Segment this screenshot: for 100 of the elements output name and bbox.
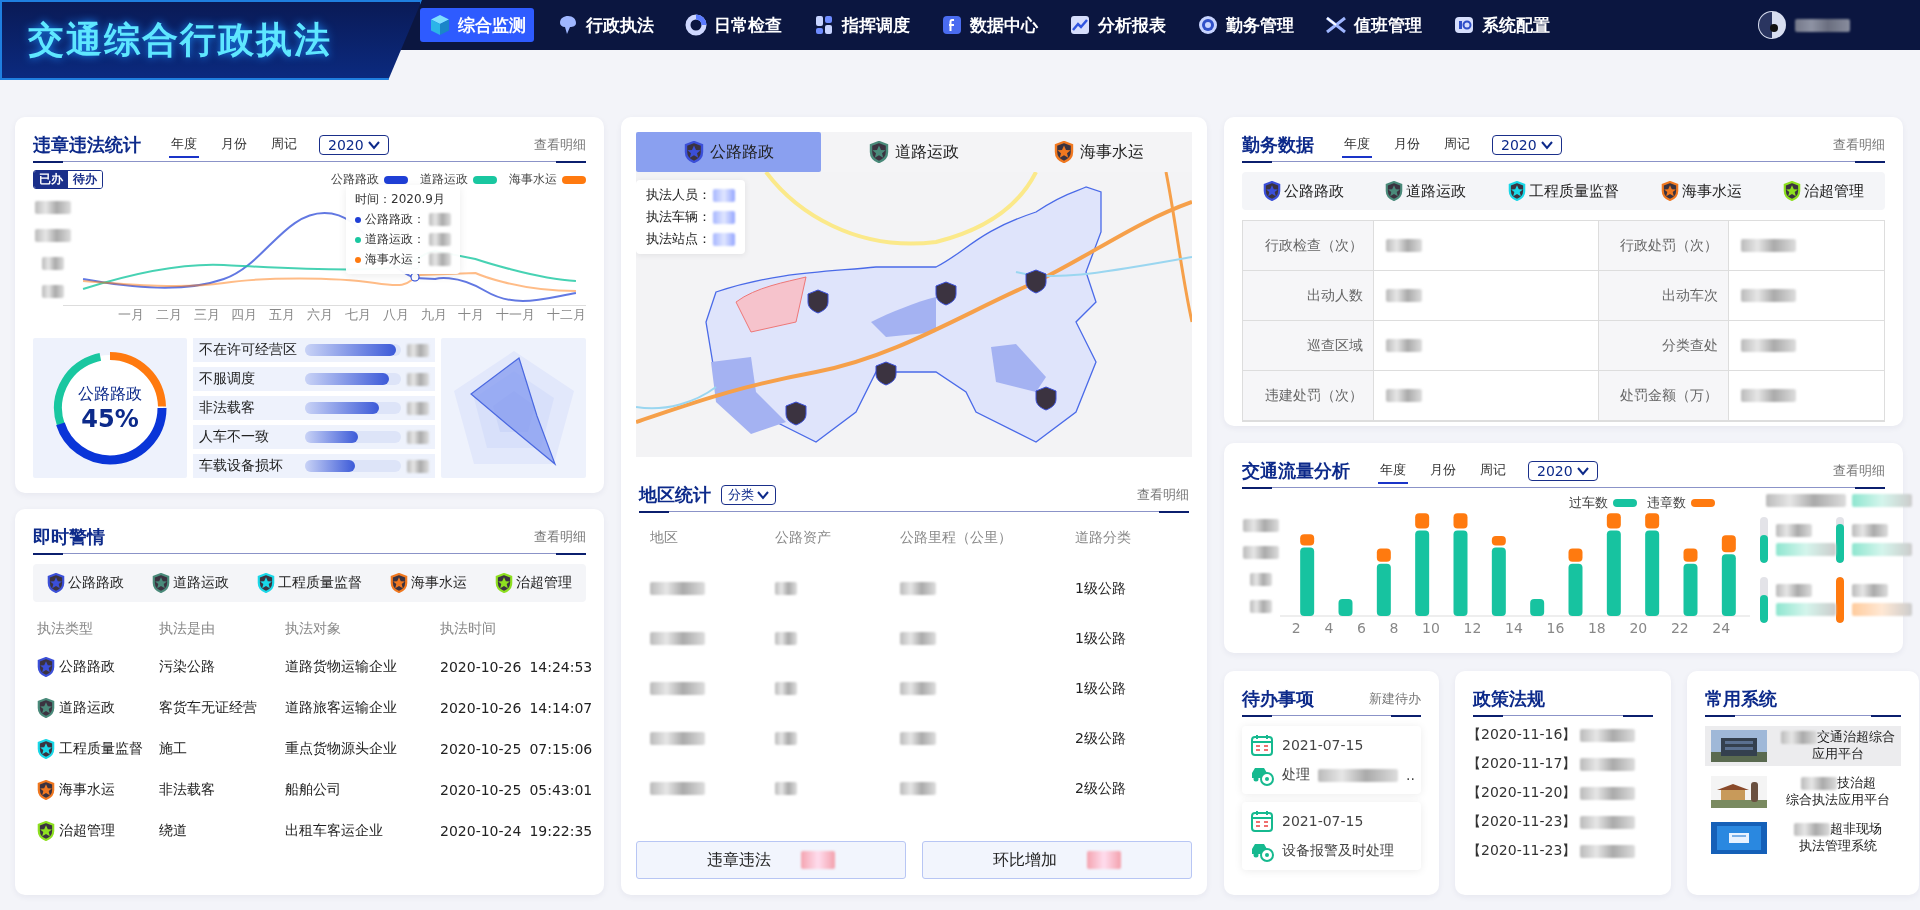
policy-date[interactable]: 【2020-11-23】 [1467,842,1577,860]
period-tab[interactable]: 周记 [1442,132,1472,158]
period-tab[interactable]: 年度 [169,132,199,158]
blurred-value [429,213,451,226]
year-dropdown[interactable]: 2020 [1528,461,1598,481]
blurred-value [1852,543,1912,556]
period-tab[interactable]: 年度 [1342,132,1372,158]
todo-card[interactable]: 2021-07-15 处理 .. [1242,726,1421,794]
bar [1338,598,1353,616]
detail-link[interactable]: 查看明细 [1137,486,1189,504]
time-cell: 19:22:35 [529,822,593,839]
period-tab[interactable]: 月份 [1428,458,1458,484]
card-title: 地区统计 [639,483,711,507]
detail-link[interactable]: 查看明细 [534,136,586,154]
period-tab[interactable]: 周记 [1478,458,1508,484]
detail-link[interactable]: 查看明细 [1833,136,1885,154]
system-item[interactable]: 超非现场 执法管理系统 [1705,818,1901,858]
blurred-value [1794,823,1830,836]
blurred-value [407,430,429,444]
todo-card[interactable]: 2021-07-15 设备报警及时处理 [1242,802,1421,870]
nav-item[interactable]: 综合监测 [420,8,534,42]
avatar-icon[interactable] [1757,10,1787,40]
axis-label: 10 [1422,620,1440,636]
policy-date[interactable]: 【2020-11-20】 [1467,784,1577,802]
period-tab[interactable]: 月份 [1392,132,1422,158]
date-cell: 2020-10-26 [440,658,522,675]
nav-item[interactable]: 值班管理 [1316,8,1430,42]
axis-label: 22 [1670,620,1689,636]
filter-dropdown[interactable]: 分类 [721,485,776,505]
map-tab[interactable]: 公路路政 [636,132,822,172]
detail-link[interactable]: 查看明细 [534,528,586,546]
nav-item[interactable]: 行政执法 [548,8,662,42]
metric-label: 违建处罚（次） [1243,371,1374,421]
date-cell: 2020-10-24 [440,822,522,839]
blurred-value [1741,289,1796,302]
metric-label: 巡查区域 [1243,321,1374,371]
blurred-value [1580,757,1636,771]
map-tab[interactable]: 道路运政 [821,132,1007,172]
table-cell-text: 2级公路 [1075,730,1127,748]
new-todo-link[interactable]: 新建待办 [1369,690,1421,708]
blurred-value [1852,494,1912,507]
nav-item[interactable]: 日常检查 [676,8,790,42]
category-tab[interactable]: 道路运政 [146,572,235,594]
map-tab[interactable]: 海事水运 [1006,132,1192,172]
blurred-value [1087,851,1121,869]
system-item[interactable]: 交通治超综合 应用平台 [1705,726,1901,766]
category-tab[interactable]: 工程质量监督 [251,572,368,594]
axis-label: 14 [1505,620,1523,636]
system-item[interactable]: 技治超 综合执法应用平台 [1705,772,1901,812]
year-dropdown[interactable]: 2020 [1492,135,1562,155]
nav-item[interactable]: 勤务管理 [1188,8,1302,42]
blurred-value [775,781,797,795]
target-icon [1196,13,1220,37]
nav-item[interactable]: 指挥调度 [804,8,918,42]
blurred-value [429,233,451,246]
category-tab[interactable]: 公路路政 [41,572,130,594]
blurred-value [900,681,936,695]
axis-label: 二月 [155,306,182,324]
chevron-down-icon [757,490,769,500]
axis-label: 十二月 [546,306,586,324]
legend-label: 公路路政 [331,171,379,188]
status-toggle[interactable]: 已办 [34,171,68,188]
year-dropdown[interactable]: 2020 [319,135,389,155]
blurred-value [900,731,936,745]
category-tab[interactable]: 工程质量监督 [1502,180,1625,202]
blurred-value [1386,289,1422,302]
table-cell-text: 2级公路 [1075,780,1127,798]
period-tab[interactable]: 月份 [219,132,249,158]
category-tab[interactable]: 公路路政 [1256,180,1350,202]
nav-item[interactable]: 数据中心 [932,8,1046,42]
nav-item[interactable]: 分析报表 [1060,8,1174,42]
axis-label: 8 [1389,620,1399,636]
table-cell-text: 出租车客运企业 [285,821,384,840]
period-tab[interactable]: 周记 [269,132,299,158]
period-tab[interactable]: 年度 [1378,458,1408,484]
policy-date[interactable]: 【2020-11-17】 [1467,755,1577,773]
category-tab[interactable]: 治超管理 [1777,180,1871,202]
nav-item[interactable]: 系统配置 [1444,8,1558,42]
calendar-icon [1250,733,1274,757]
policy-date[interactable]: 【2020-11-23】 [1467,813,1577,831]
category-tab[interactable]: 道路运政 [1379,180,1473,202]
info-label: 执法车辆： [646,208,711,226]
summary-button[interactable]: 违章违法 [636,841,906,879]
blurred-value [713,232,735,246]
calendar-icon [1250,809,1274,833]
detail-link[interactable]: 查看明细 [1833,462,1885,480]
chart-icon [1068,13,1092,37]
series-dot [355,236,361,243]
column-header: 公路里程（公里） [900,529,1013,547]
category-tab[interactable]: 海事水运 [1654,180,1748,202]
category-tab[interactable]: 治超管理 [489,572,578,594]
system-name: 技治超 [1836,775,1876,792]
summary-button[interactable]: 环比增加 [922,841,1192,879]
bar [1530,598,1545,616]
policy-date[interactable]: 【2020-11-16】 [1467,726,1577,744]
tooltip-label: 公路路政： [365,211,425,228]
blurred-value [775,731,797,745]
blurred-value [1852,524,1888,537]
todo-text: 设备报警及时处理 [1282,842,1394,860]
category-tab[interactable]: 海事水运 [384,572,473,594]
